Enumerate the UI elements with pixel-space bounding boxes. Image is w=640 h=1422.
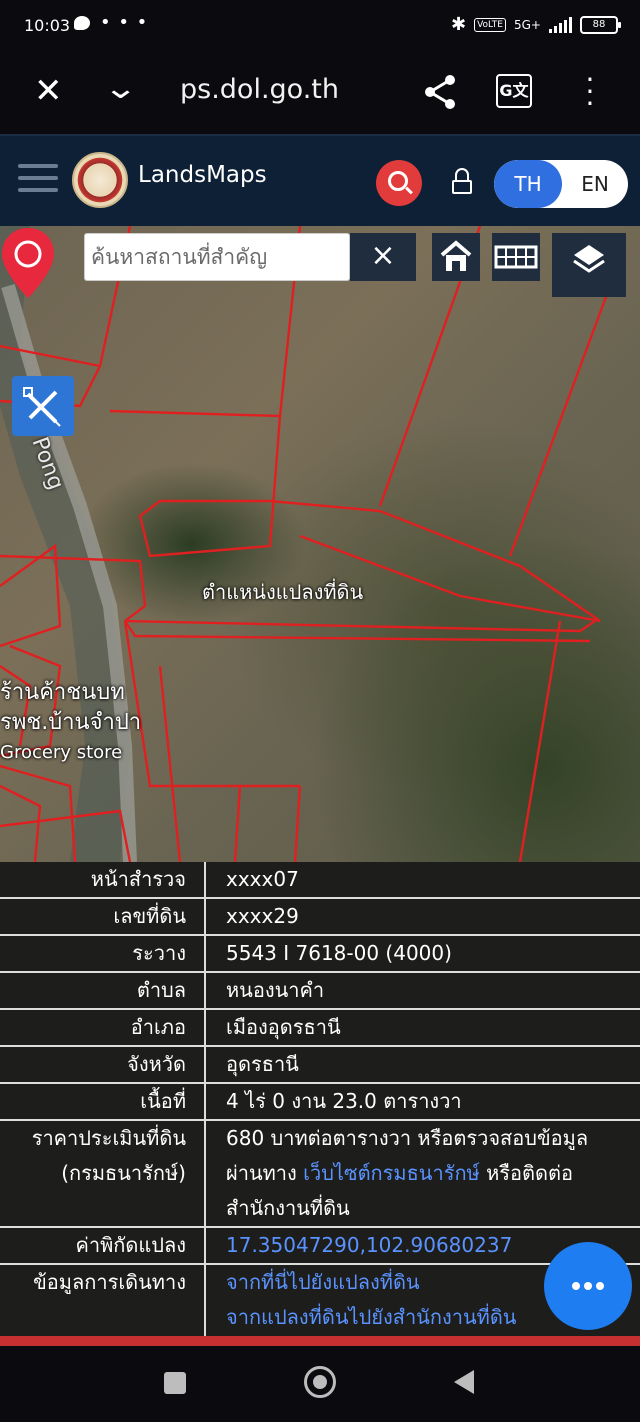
- location-pin-icon[interactable]: [0, 226, 56, 306]
- bottom-accent-bar: [0, 1336, 640, 1346]
- measure-tool-button[interactable]: [12, 376, 74, 436]
- system-nav-bar: [0, 1346, 640, 1422]
- info-row: หน้าสำรวจ xxxx07: [0, 862, 640, 899]
- home-button[interactable]: [432, 233, 480, 281]
- info-row: ระวาง 5543 I 7618-00 (4000): [0, 936, 640, 973]
- info-value: xxxx07: [226, 867, 299, 891]
- info-value: อุดรธานี: [226, 1052, 299, 1076]
- price-text-3: หรือติดต่อ: [486, 1161, 574, 1185]
- info-row: จังหวัด อุดรธานี: [0, 1047, 640, 1084]
- browser-toolbar: ✕ ⌄ ps.dol.go.th G文 · · ·: [0, 54, 640, 134]
- info-key-coord: ค่าพิกัดแปลง: [0, 1228, 206, 1263]
- grid-icon: [494, 245, 538, 269]
- more-options-fab[interactable]: [544, 1242, 632, 1330]
- status-more-dots: • • •: [100, 12, 149, 33]
- info-row: ตำบล หนองนาคำ: [0, 973, 640, 1010]
- info-row-price: ราคาประเมินที่ดิน (กรมธนารักษ์) 680 บาทต…: [0, 1121, 640, 1228]
- info-key: เลขที่ดิน: [0, 899, 206, 934]
- chevron-down-icon[interactable]: ⌄: [103, 72, 138, 106]
- info-key: เนื้อที่: [0, 1084, 206, 1119]
- info-key: ตำบล: [0, 973, 206, 1008]
- recents-icon[interactable]: [164, 1372, 186, 1394]
- dot: [572, 1282, 580, 1290]
- info-row: เลขที่ดิน xxxx29: [0, 899, 640, 936]
- price-text-1: 680 บาทต่อตารางวา หรือตรวจสอบข้อมูล: [226, 1126, 589, 1150]
- map-view[interactable]: ค้นหาสถานที่สำคัญ × Pong ตำแหน่งแปลงที่ด…: [0, 226, 640, 862]
- poi-label[interactable]: ร้านค้าชนบท รพช.บ้านจำปา Grocery store: [0, 678, 141, 768]
- dot: [596, 1282, 604, 1290]
- app-header: LandsMaps TH EN: [0, 134, 640, 226]
- info-row: เนื้อที่ 4 ไร่ 0 งาน 23.0 ตารางวา: [0, 1084, 640, 1121]
- price-key-line-1: ราคาประเมินที่ดิน: [31, 1126, 186, 1150]
- layers-icon: [573, 245, 605, 273]
- info-key: หน้าสำรวจ: [0, 862, 206, 897]
- search-button[interactable]: [376, 160, 422, 206]
- info-value: xxxx29: [226, 904, 299, 928]
- language-toggle[interactable]: TH EN: [494, 160, 628, 208]
- info-row-coord: ค่าพิกัดแปลง 17.35047290,102.90680237: [0, 1228, 640, 1265]
- signal-icon: [549, 16, 572, 33]
- info-row: อำเภอ เมืองอุดรธานี: [0, 1010, 640, 1047]
- battery-icon: 88: [580, 15, 621, 34]
- info-value: 4 ไร่ 0 งาน 23.0 ตารางวา: [226, 1089, 462, 1113]
- chat-icon: [74, 16, 90, 30]
- price-text-2: ผ่านทาง: [226, 1161, 297, 1185]
- info-value: 5543 I 7618-00 (4000): [226, 941, 452, 965]
- app-name: LandsMaps: [138, 162, 267, 188]
- menu-icon[interactable]: [18, 164, 58, 200]
- info-key-travel: ข้อมูลการเดินทาง: [0, 1265, 206, 1341]
- status-indicators: ✱ VoLTE 5G+ 88: [450, 14, 621, 35]
- info-value: หนองนาคำ: [226, 978, 325, 1002]
- info-value-price: 680 บาทต่อตารางวา หรือตรวจสอบข้อมูล ผ่าน…: [206, 1121, 640, 1226]
- info-key: อำเภอ: [0, 1010, 206, 1045]
- back-icon[interactable]: [454, 1370, 474, 1394]
- status-bar: 10:03 • • • ✱ VoLTE 5G+ 88: [0, 0, 640, 54]
- treasury-website-link[interactable]: เว็บไซต์กรมธนารักษ์: [303, 1161, 480, 1185]
- ruler-pencil-icon: [23, 387, 61, 427]
- poi-name-en: Grocery store: [0, 742, 123, 763]
- lang-en-button[interactable]: EN: [562, 160, 628, 208]
- poi-name-th: ร้านค้าชนบท: [0, 680, 125, 705]
- network-type: 5G+: [514, 17, 541, 32]
- more-vert-icon[interactable]: · · ·: [584, 66, 596, 118]
- info-key: ระวาง: [0, 936, 206, 971]
- close-icon[interactable]: ✕: [34, 74, 63, 108]
- status-time: 10:03: [24, 16, 71, 35]
- poi-name-th-2: รพช.บ้านจำปา: [0, 710, 142, 735]
- grid-button[interactable]: [492, 233, 540, 281]
- price-text-2-line: ผ่านทาง เว็บไซต์กรมธนารักษ์ หรือติดต่อ: [226, 1156, 640, 1191]
- home-nav-icon[interactable]: [304, 1366, 336, 1398]
- dol-logo: [72, 152, 128, 208]
- info-key: จังหวัด: [0, 1047, 206, 1082]
- layers-button[interactable]: [552, 233, 626, 297]
- lock-icon[interactable]: [452, 168, 474, 196]
- info-value: เมืองอุดรธานี: [226, 1015, 341, 1039]
- pin-label: ตำแหน่งแปลงที่ดิน: [202, 580, 364, 604]
- volte-badge: VoLTE: [474, 17, 506, 32]
- map-search-input[interactable]: ค้นหาสถานที่สำคัญ: [84, 233, 350, 281]
- home-icon: [440, 240, 472, 271]
- info-key-price: ราคาประเมินที่ดิน (กรมธนารักษ์): [0, 1121, 206, 1226]
- share-icon[interactable]: [420, 72, 460, 112]
- dot: [584, 1282, 592, 1290]
- price-key-line-2: (กรมธนารักษ์): [61, 1161, 186, 1185]
- translate-icon[interactable]: G文: [496, 74, 532, 108]
- lang-th-button[interactable]: TH: [494, 160, 562, 208]
- parcel-info-panel: หน้าสำรวจ xxxx07 เลขที่ดิน xxxx29 ระวาง …: [0, 862, 640, 1341]
- clear-search-button[interactable]: ×: [350, 233, 416, 281]
- url-text[interactable]: ps.dol.go.th: [180, 74, 339, 105]
- bluetooth-icon: ✱: [450, 14, 467, 35]
- price-text-4: สำนักงานที่ดิน: [226, 1196, 350, 1220]
